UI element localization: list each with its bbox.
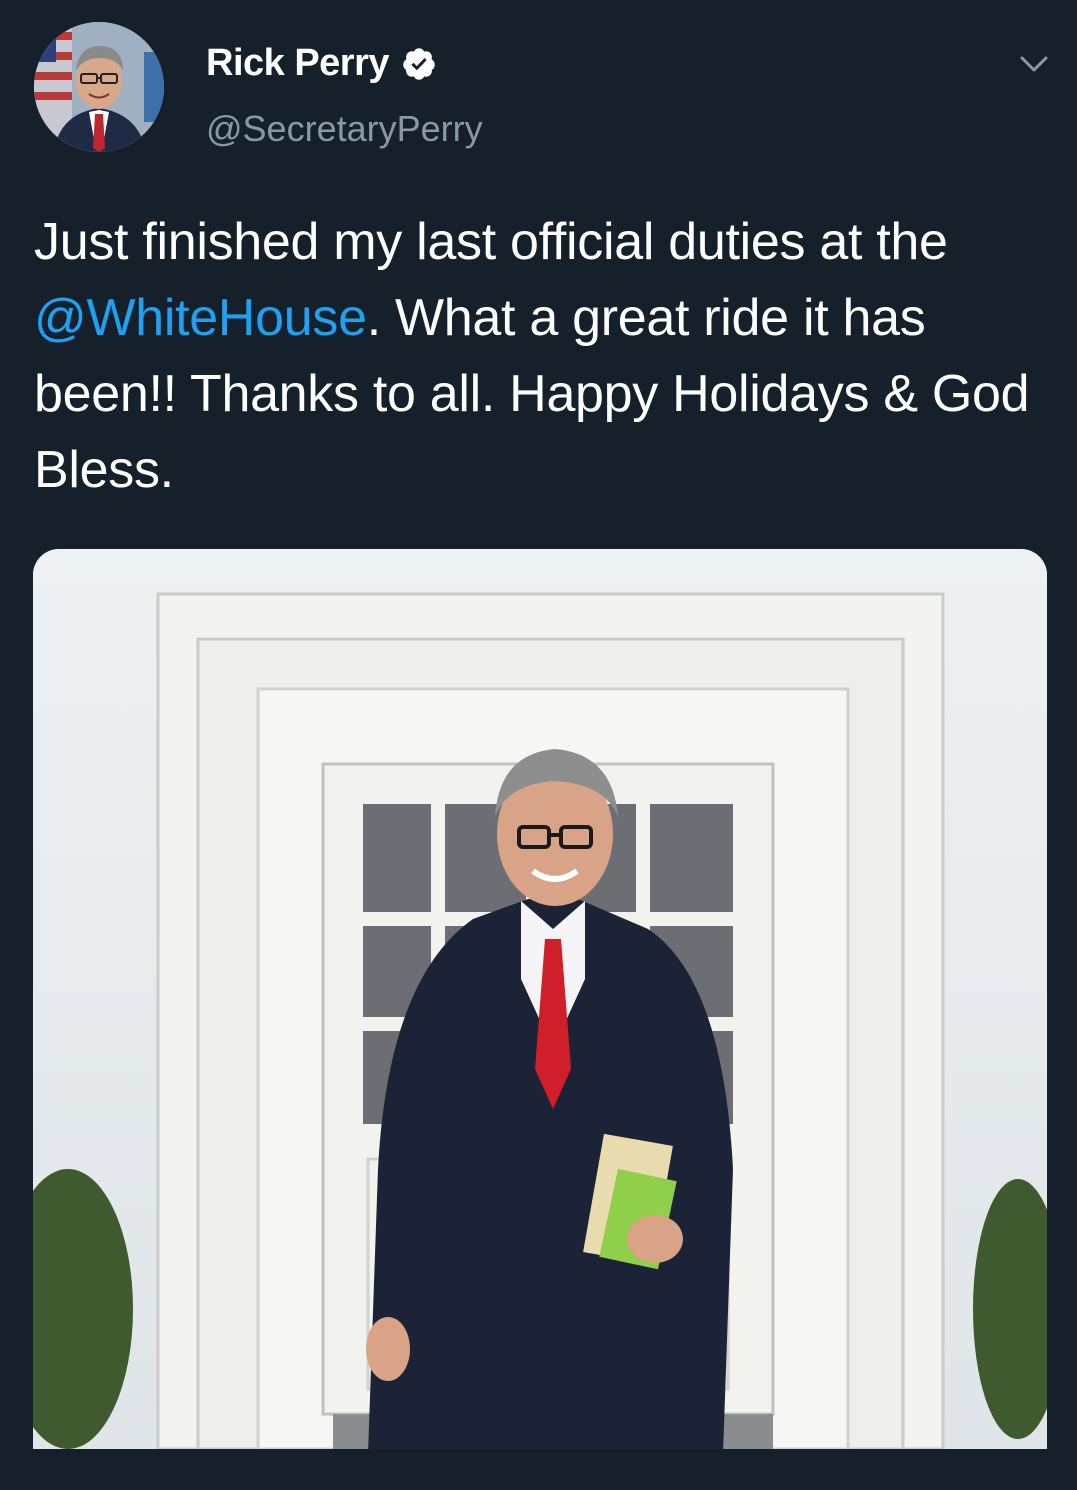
verified-badge-icon (403, 47, 435, 80)
tweet-text-part: Just finished my last official duties at… (34, 213, 948, 271)
chevron-down-icon[interactable] (1016, 46, 1052, 82)
author-display-name[interactable]: Rick Perry (206, 42, 390, 85)
avatar[interactable] (34, 22, 164, 152)
author-handle[interactable]: @SecretaryPerry (206, 108, 483, 150)
mention-link[interactable]: @WhiteHouse (34, 289, 367, 347)
avatar-image (34, 22, 164, 152)
tweet-header: Rick Perry @SecretaryPerry (0, 0, 1077, 180)
photo-image (33, 549, 1047, 1449)
tweet-text: Just finished my last official duties at… (34, 204, 1044, 508)
tweet-photo[interactable] (33, 549, 1047, 1449)
author-name-row[interactable]: Rick Perry (206, 42, 437, 85)
